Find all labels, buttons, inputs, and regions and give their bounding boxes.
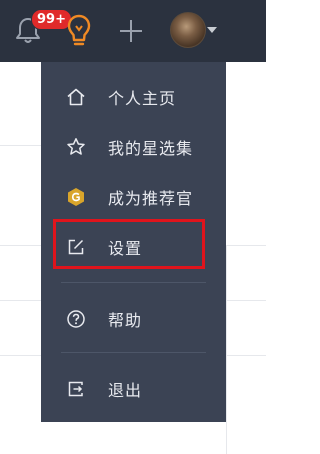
logout-icon xyxy=(65,378,87,400)
help-icon xyxy=(65,308,87,330)
menu-item-my-collections[interactable]: 我的星选集 xyxy=(41,122,226,172)
home-icon xyxy=(65,86,87,108)
lightbulb-icon[interactable] xyxy=(66,13,92,49)
menu-item-label: 帮助 xyxy=(108,311,143,330)
top-navigation-bar: 99+ xyxy=(0,0,266,62)
page-divider xyxy=(226,245,227,454)
recommender-badge-icon xyxy=(65,186,87,208)
page-divider xyxy=(0,145,41,146)
menu-item-label: 个人主页 xyxy=(108,89,177,108)
menu-divider xyxy=(61,282,206,283)
menu-item-label: 我的星选集 xyxy=(108,139,194,158)
caret-down-icon[interactable] xyxy=(207,27,217,33)
menu-divider xyxy=(61,352,206,353)
plus-icon[interactable] xyxy=(118,18,144,44)
avatar[interactable] xyxy=(170,12,206,48)
star-icon xyxy=(65,136,87,158)
settings-highlight-box xyxy=(53,219,205,269)
menu-item-label: 退出 xyxy=(108,381,143,400)
menu-item-become-recommender[interactable]: 成为推荐官 xyxy=(41,172,226,222)
menu-item-profile[interactable]: 个人主页 xyxy=(41,72,226,122)
menu-item-help[interactable]: 帮助 xyxy=(41,294,226,344)
menu-item-label: 成为推荐官 xyxy=(108,189,194,208)
menu-item-logout[interactable]: 退出 xyxy=(41,364,226,414)
